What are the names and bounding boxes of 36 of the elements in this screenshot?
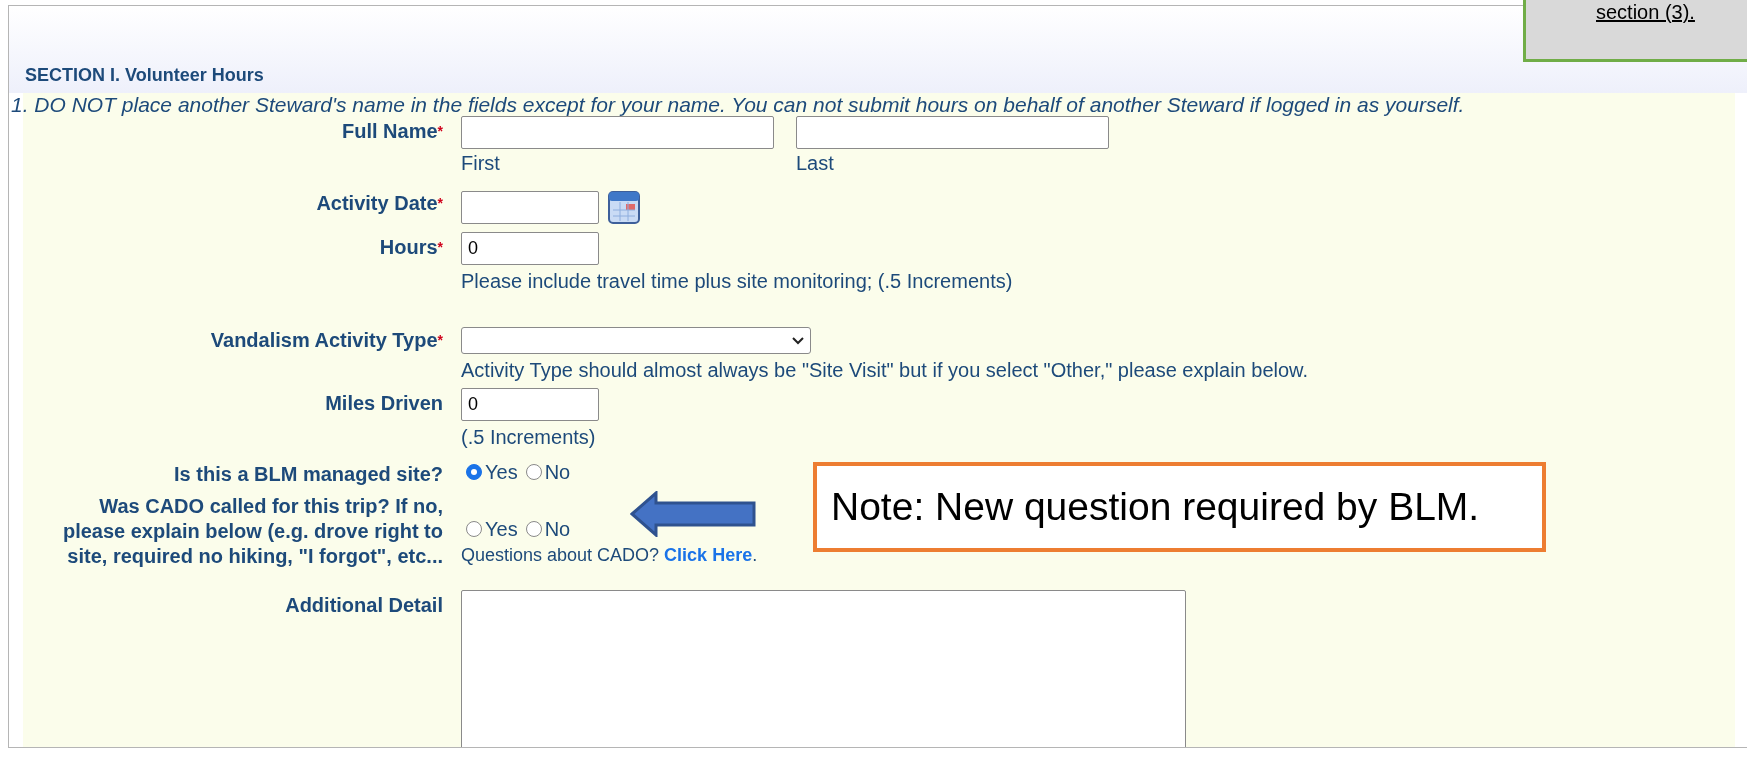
radio-option[interactable]: Yes xyxy=(466,461,518,483)
field-label: Is this a BLM managed site? xyxy=(174,462,443,487)
date-input[interactable] xyxy=(461,190,599,224)
field-label: Hours* xyxy=(379,235,443,260)
text-input[interactable]: 0 xyxy=(461,232,599,265)
radio-option[interactable]: No xyxy=(525,461,571,483)
field-label: Was CADO called for this trip? If no, please explain below (e.g. drove right to site, required no hiking, "I forgot", etc... xyxy=(61,494,443,569)
text-input[interactable]: 0 xyxy=(461,388,599,421)
help-text: Activity Type should almost always be "Site Visit" but if you select "Other," please explain below. xyxy=(461,358,1308,382)
click-here-link[interactable]: Click Here xyxy=(664,545,753,565)
instruction-text: 1. DO NOT place another Steward's name in the fields except for your name. You can not submit hours on behalf of another Steward if logged in as yourself. xyxy=(11,93,1465,117)
hint-text: Last xyxy=(796,151,834,175)
text-input[interactable] xyxy=(796,116,1109,149)
field-label: Miles Driven xyxy=(325,391,443,416)
chevron-icon xyxy=(792,336,804,345)
radio-button[interactable] xyxy=(466,464,482,480)
radio-button[interactable] xyxy=(525,521,542,537)
field-label: Full Name* xyxy=(341,119,443,144)
note-text: Note: New question required by BLM. xyxy=(831,483,1480,530)
field-label: Vandalism Activity Type* xyxy=(210,328,443,353)
radio-button[interactable] xyxy=(466,521,482,537)
help-text: Please include travel time plus site monitoring; (.5 Increments) xyxy=(461,269,1013,293)
section-title: SECTION I. Volunteer Hours xyxy=(25,64,264,86)
help-text: Questions about CADO? Click Here. xyxy=(461,544,758,567)
radio-option[interactable]: Yes xyxy=(466,518,518,540)
hint-text: First xyxy=(461,151,500,175)
calendar-icon[interactable] xyxy=(606,188,642,226)
arrow-icon xyxy=(630,491,756,537)
dropdown[interactable] xyxy=(461,327,811,354)
text-input[interactable] xyxy=(461,116,774,149)
field-label: Activity Date* xyxy=(316,191,443,216)
radio-button[interactable] xyxy=(525,464,542,480)
field-label: Additional Detail xyxy=(285,593,443,618)
callout-text: section (3). xyxy=(1596,1,1695,23)
radio-option[interactable]: No xyxy=(525,518,571,540)
help-text: (.5 Increments) xyxy=(461,425,596,449)
